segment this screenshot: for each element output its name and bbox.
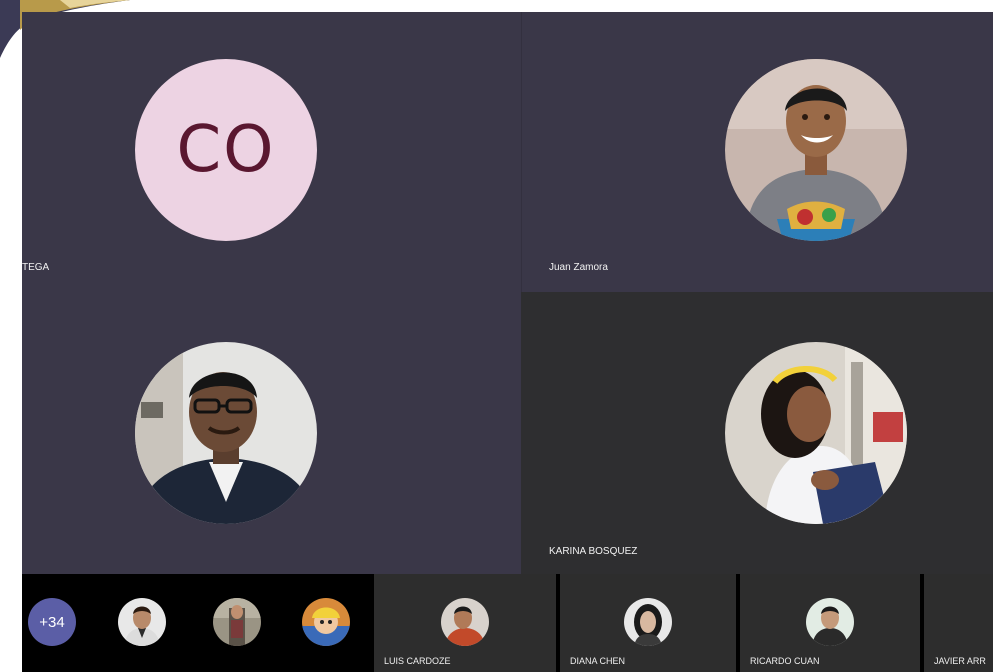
person-photo-icon[interactable] <box>213 598 261 646</box>
participant-name: KARINA BOSQUEZ <box>549 546 638 557</box>
person-photo-icon <box>624 598 672 646</box>
person-photo-icon <box>135 342 317 524</box>
person-photo-icon <box>806 598 854 646</box>
person-photo-icon <box>725 59 907 241</box>
meeting-stage: CO TEGA Juan Zamora KARINA BOSQUEZ +34 L… <box>22 12 993 672</box>
participant-tile-karina[interactable]: KARINA BOSQUEZ <box>521 292 993 574</box>
person-photo-icon[interactable] <box>302 598 350 646</box>
avatar-initials: CO <box>135 59 317 241</box>
avatar-initials-text: CO <box>176 113 276 187</box>
person-photo-icon <box>725 342 907 524</box>
participant-name: LUIS CARDOZE <box>384 656 451 666</box>
participant-cell-luis[interactable]: LUIS CARDOZE <box>374 574 556 672</box>
person-photo-icon <box>441 598 489 646</box>
screenshot-frame: CO TEGA Juan Zamora KARINA BOSQUEZ +34 L… <box>0 0 993 672</box>
participant-tile-speaker[interactable] <box>22 292 521 574</box>
person-photo-icon[interactable] <box>118 598 166 646</box>
participant-strip: +34 LUIS CARDOZE DIANA CHEN RICARDO CUAN… <box>22 574 993 672</box>
participant-name: RICARDO CUAN <box>750 656 820 666</box>
more-participants-button[interactable]: +34 <box>28 598 76 646</box>
participant-name: TEGA <box>22 262 50 273</box>
tile-divider <box>521 12 522 292</box>
participant-name: JAVIER ARR <box>934 656 986 666</box>
participant-cell-diana[interactable]: DIANA CHEN <box>560 574 736 672</box>
participant-cell-javier[interactable]: JAVIER ARR <box>924 574 993 672</box>
participant-name: Juan Zamora <box>549 262 608 273</box>
participant-cell-ricardo[interactable]: RICARDO CUAN <box>740 574 920 672</box>
participant-name: DIANA CHEN <box>570 656 626 666</box>
participant-tile-ortega[interactable]: CO TEGA <box>22 12 521 292</box>
participant-tile-juan[interactable]: Juan Zamora <box>521 12 993 292</box>
